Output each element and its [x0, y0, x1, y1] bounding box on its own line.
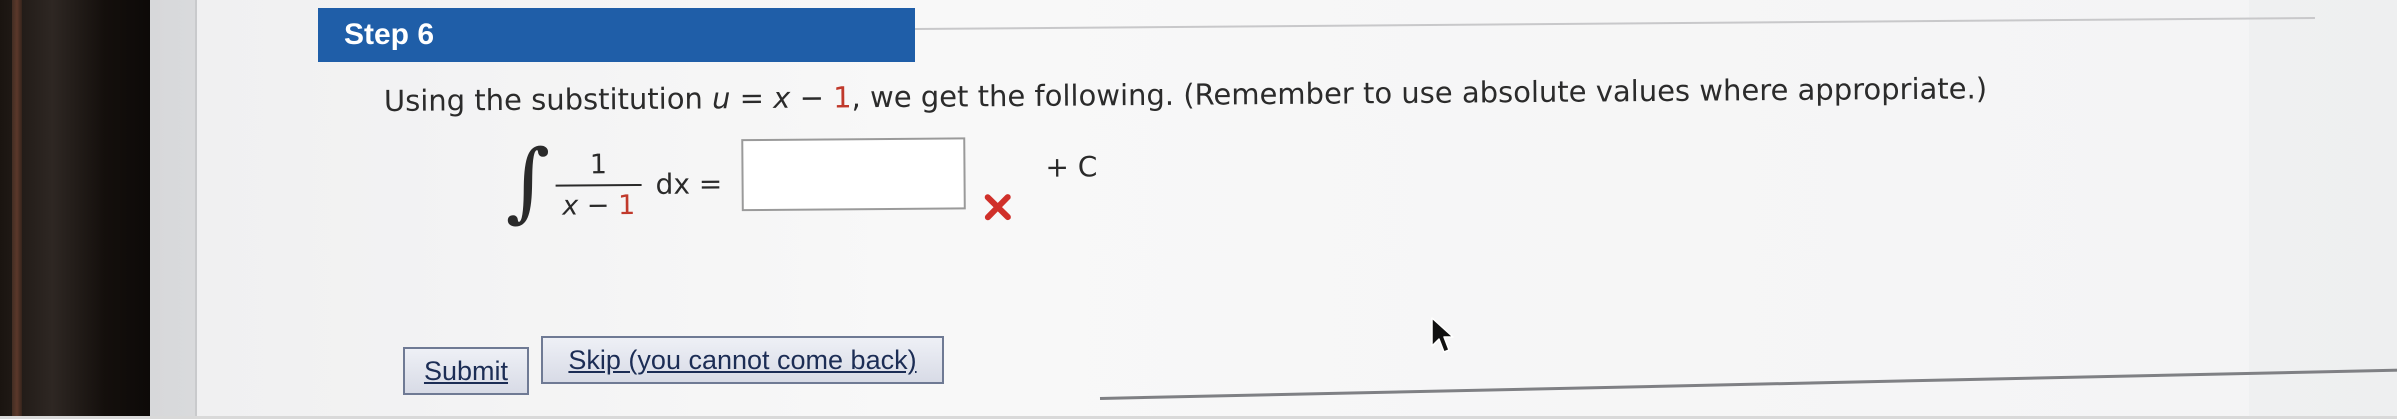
skip-button[interactable]: Skip (you cannot come back) [541, 336, 944, 384]
plus-constant: + C [1045, 150, 1098, 184]
sub-x: x [773, 80, 791, 115]
integral-equation: ∫ 1 x − 1 dx = + C [505, 131, 1146, 249]
sub-var: u [711, 81, 731, 116]
integral-sign: ∫ [505, 131, 551, 233]
fraction-denominator: x − 1 [556, 189, 642, 224]
instruction-suffix: , we get the following. (Remember to use… [851, 71, 1988, 115]
sub-minus: − [790, 80, 834, 115]
fraction-bar [555, 183, 642, 187]
dx-equals: dx = [655, 167, 723, 201]
answer-input[interactable] [741, 137, 966, 212]
fraction-numerator: 1 [589, 149, 608, 181]
x-mark-icon [984, 194, 1011, 221]
instruction-prefix: Using the substitution [383, 81, 713, 118]
question-content: Using the substitution u = x − 1, we get… [0, 0, 2397, 419]
mouse-cursor-icon [1431, 317, 1454, 353]
sub-one: 1 [833, 80, 852, 115]
den-one: 1 [617, 189, 636, 222]
fraction: 1 x − 1 [555, 148, 642, 224]
den-minus: − [578, 190, 619, 222]
den-x: x [562, 190, 579, 222]
submit-button[interactable]: Submit [403, 347, 529, 395]
instruction-text: Using the substitution u = x − 1, we get… [384, 71, 1987, 118]
sub-equals: = [730, 80, 774, 116]
